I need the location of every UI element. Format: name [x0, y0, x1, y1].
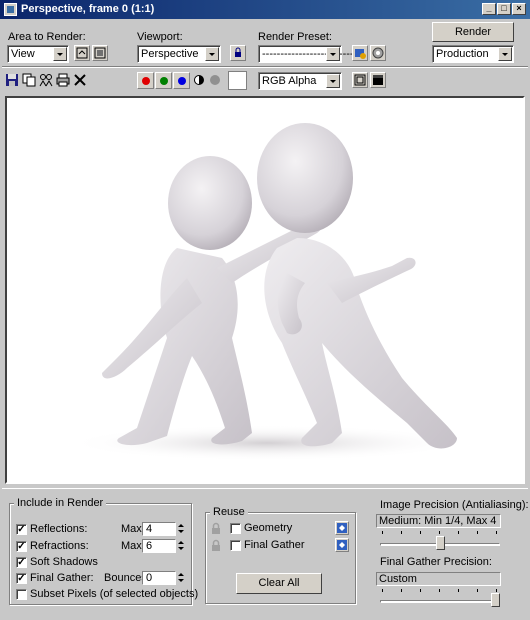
refractions-checkbox[interactable]: ✓ [16, 541, 27, 552]
render-button[interactable]: Render [432, 22, 514, 42]
final-gather-precision-thumb[interactable] [491, 593, 500, 607]
subset-pixels-label: Subset Pixels (of selected objects) [30, 588, 199, 600]
bounces-spinner[interactable]: 0 [142, 571, 184, 585]
area-to-render-label: Area to Render: [8, 31, 86, 43]
refractions-label: Refractions: [30, 540, 89, 552]
reflections-label: Reflections: [30, 523, 88, 535]
display-channel-select[interactable]: RGB Alpha [258, 72, 342, 90]
area-to-render-select[interactable]: View [7, 45, 69, 63]
final-gather-precision-slider[interactable] [380, 600, 500, 603]
final-gather-label: Final Gather: [30, 572, 94, 584]
blue-channel-icon[interactable] [173, 72, 190, 89]
copy-image-icon[interactable] [22, 73, 36, 87]
render-preset-select[interactable]: ------------------------- [258, 45, 354, 63]
rendered-image [67, 123, 467, 461]
maximize-button[interactable]: □ [497, 3, 511, 15]
viewport-select[interactable]: Perspective [137, 45, 221, 63]
window-title: Perspective, frame 0 (1:1) [21, 3, 155, 15]
red-channel-icon[interactable] [137, 72, 154, 89]
save-image-icon[interactable] [5, 73, 19, 87]
geometry-lock-icon[interactable] [210, 522, 222, 535]
final-gather-precision-field: Custom [376, 572, 501, 586]
color-swatch[interactable] [228, 71, 247, 90]
geometry-update-icon[interactable] [335, 521, 349, 535]
reuse-final-gather-label: Final Gather [244, 539, 305, 551]
image-precision-thumb[interactable] [435, 536, 445, 550]
render-setup-icon[interactable] [352, 45, 368, 61]
toggle-ui-overlays-icon[interactable] [352, 72, 368, 88]
reuse-title: Reuse [210, 506, 248, 518]
geometry-label: Geometry [244, 522, 293, 534]
soft-shadows-checkbox[interactable]: ✓ [16, 557, 27, 568]
toggle-ui-icon[interactable] [370, 72, 386, 88]
app-icon [4, 3, 17, 16]
subset-pixels-checkbox[interactable] [16, 589, 27, 600]
final-gather-precision-ticks [382, 589, 500, 592]
alpha-channel-icon[interactable] [194, 75, 204, 85]
include-in-render-title: Include in Render [14, 497, 107, 509]
render-viewport [5, 96, 525, 484]
soft-shadows-label: Soft Shadows [30, 556, 98, 568]
reflections-max-spinner[interactable]: 4 [142, 522, 184, 536]
refractions-max-spinner[interactable]: 6 [142, 539, 184, 553]
green-channel-icon[interactable] [155, 72, 172, 89]
monochrome-icon[interactable] [210, 75, 220, 85]
toolbar-separator [2, 66, 528, 68]
image-precision-ticks [382, 531, 500, 534]
render-preset-label: Render Preset: [258, 31, 332, 43]
image-precision-field: Medium: Min 1/4, Max 4 [376, 514, 501, 528]
reflections-checkbox[interactable]: ✓ [16, 524, 27, 535]
clone-frame-window-icon[interactable] [39, 73, 53, 87]
viewport-label: Viewport: [137, 31, 183, 43]
environment-effects-icon[interactable] [370, 45, 386, 61]
auto-region-icon[interactable] [92, 45, 108, 61]
final-gather-checkbox[interactable]: ✓ [16, 573, 27, 584]
edit-region-icon[interactable] [74, 45, 90, 61]
title-bar: Perspective, frame 0 (1:1) _ □ × [0, 0, 530, 19]
clear-icon[interactable] [73, 73, 87, 87]
reuse-final-gather-checkbox[interactable] [230, 540, 241, 551]
image-precision-label: Image Precision (Antialiasing): [380, 499, 529, 511]
minimize-button[interactable]: _ [482, 3, 496, 15]
final-gather-lock-icon[interactable] [210, 539, 222, 552]
lock-icon[interactable] [230, 45, 246, 61]
close-button[interactable]: × [512, 3, 526, 15]
final-gather-precision-label: Final Gather Precision: [380, 556, 492, 568]
production-mode-select[interactable]: Production [432, 45, 514, 63]
print-image-icon[interactable] [56, 73, 70, 87]
geometry-checkbox[interactable] [230, 523, 241, 534]
final-gather-update-icon[interactable] [335, 538, 349, 552]
clear-all-button[interactable]: Clear All [236, 573, 322, 594]
